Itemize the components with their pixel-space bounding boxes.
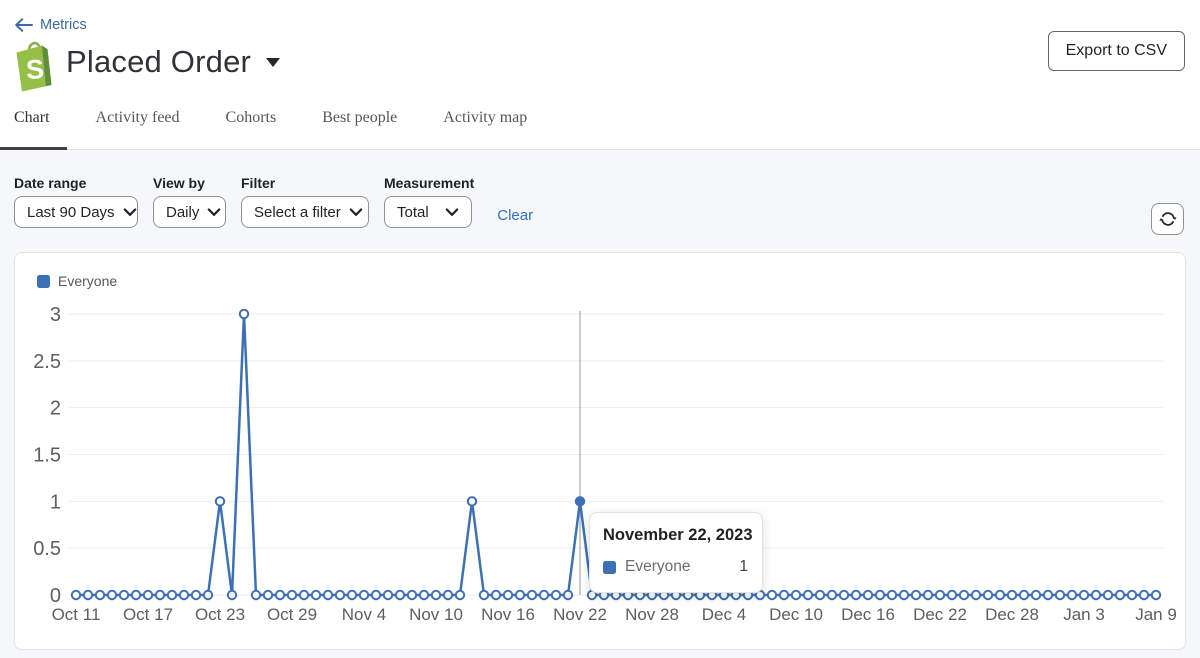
date-range-field: Date range Last 90 Days bbox=[14, 175, 138, 228]
date-range-value: Last 90 Days bbox=[27, 204, 115, 221]
page-title: Placed Order bbox=[66, 44, 251, 80]
sync-arrows-icon bbox=[1158, 209, 1178, 229]
svg-text:Oct 11: Oct 11 bbox=[52, 605, 101, 624]
chevron-down-icon bbox=[445, 208, 459, 217]
filter-field: Filter Select a filter bbox=[241, 175, 369, 228]
chevron-down-icon bbox=[123, 208, 137, 217]
header: Metrics S Placed Order Export to CSV bbox=[0, 0, 1200, 103]
svg-text:Dec 28: Dec 28 bbox=[985, 605, 1039, 624]
tooltip-row: Everyone 1 bbox=[603, 558, 748, 576]
tooltip-series-swatch bbox=[603, 561, 616, 574]
chart-tooltip: November 22, 2023 Everyone 1 bbox=[589, 512, 763, 593]
title-caret-icon bbox=[266, 58, 280, 67]
chart-card: Everyone 0 0.5 1 1.5 2 2.5 3 Oct 11 Oct 17 Oct 23… bbox=[14, 252, 1186, 650]
chevron-down-icon bbox=[349, 208, 363, 217]
date-range-label: Date range bbox=[14, 175, 138, 191]
date-range-select[interactable]: Last 90 Days bbox=[14, 196, 138, 228]
filter-bar: Date range Last 90 Days View by Daily Fi… bbox=[0, 150, 1200, 228]
back-to-metrics-link[interactable]: Metrics bbox=[14, 17, 87, 33]
tabs-row: Chart Activity feed Cohorts Best people … bbox=[0, 103, 1200, 150]
view-by-field: View by Daily bbox=[153, 175, 226, 228]
tab-best-people[interactable]: Best people bbox=[322, 109, 397, 127]
svg-text:Nov 4: Nov 4 bbox=[342, 605, 386, 624]
tab-chart[interactable]: Chart bbox=[14, 109, 50, 127]
svg-text:Jan 9: Jan 9 bbox=[1135, 605, 1177, 624]
metric-title-dropdown[interactable]: Placed Order bbox=[66, 44, 280, 80]
svg-text:Oct 23: Oct 23 bbox=[195, 605, 245, 624]
back-link-label: Metrics bbox=[40, 17, 87, 33]
measurement-select[interactable]: Total bbox=[384, 196, 472, 228]
back-arrow-icon bbox=[14, 18, 33, 32]
shopify-logo-icon: S bbox=[8, 37, 60, 93]
measurement-label: Measurement bbox=[384, 175, 474, 191]
svg-text:Oct 29: Oct 29 bbox=[267, 605, 317, 624]
svg-text:1.5: 1.5 bbox=[33, 445, 61, 467]
svg-text:Oct 17: Oct 17 bbox=[123, 605, 173, 624]
svg-text:Dec 22: Dec 22 bbox=[913, 605, 967, 624]
view-by-value: Daily bbox=[166, 204, 199, 221]
tooltip-series-value: 1 bbox=[739, 558, 748, 576]
tab-cohorts[interactable]: Cohorts bbox=[226, 109, 277, 127]
svg-text:1: 1 bbox=[50, 491, 61, 513]
svg-text:0.5: 0.5 bbox=[33, 538, 61, 560]
svg-text:Nov 22: Nov 22 bbox=[553, 605, 607, 624]
export-to-csv-button[interactable]: Export to CSV bbox=[1048, 31, 1185, 71]
tab-activity-feed[interactable]: Activity feed bbox=[96, 109, 180, 127]
measurement-field: Measurement Total bbox=[384, 175, 474, 228]
svg-text:Dec 4: Dec 4 bbox=[702, 605, 746, 624]
measurement-value: Total bbox=[397, 204, 429, 221]
filter-select[interactable]: Select a filter bbox=[241, 196, 369, 228]
view-by-label: View by bbox=[153, 175, 226, 191]
filter-label: Filter bbox=[241, 175, 369, 191]
view-by-select[interactable]: Daily bbox=[153, 196, 226, 228]
refresh-button[interactable] bbox=[1151, 203, 1184, 235]
svg-text:Nov 28: Nov 28 bbox=[625, 605, 679, 624]
svg-text:Jan 3: Jan 3 bbox=[1063, 605, 1105, 624]
clear-filters-link[interactable]: Clear bbox=[497, 207, 533, 224]
svg-text:Dec 16: Dec 16 bbox=[841, 605, 895, 624]
filter-value: Select a filter bbox=[254, 204, 341, 221]
svg-text:S: S bbox=[25, 54, 45, 85]
svg-text:2: 2 bbox=[50, 398, 61, 420]
svg-text:3: 3 bbox=[50, 304, 61, 326]
svg-text:2.5: 2.5 bbox=[33, 351, 61, 373]
tooltip-series-name: Everyone bbox=[625, 558, 739, 576]
tab-activity-map[interactable]: Activity map bbox=[443, 109, 527, 127]
tooltip-date: November 22, 2023 bbox=[603, 526, 748, 545]
svg-text:0: 0 bbox=[50, 585, 61, 607]
svg-text:Nov 10: Nov 10 bbox=[409, 605, 463, 624]
export-button-label: Export to CSV bbox=[1066, 42, 1167, 60]
svg-text:Dec 10: Dec 10 bbox=[769, 605, 823, 624]
chevron-down-icon bbox=[207, 208, 221, 217]
svg-text:Nov 16: Nov 16 bbox=[481, 605, 535, 624]
content-area: Date range Last 90 Days View by Daily Fi… bbox=[0, 150, 1200, 658]
